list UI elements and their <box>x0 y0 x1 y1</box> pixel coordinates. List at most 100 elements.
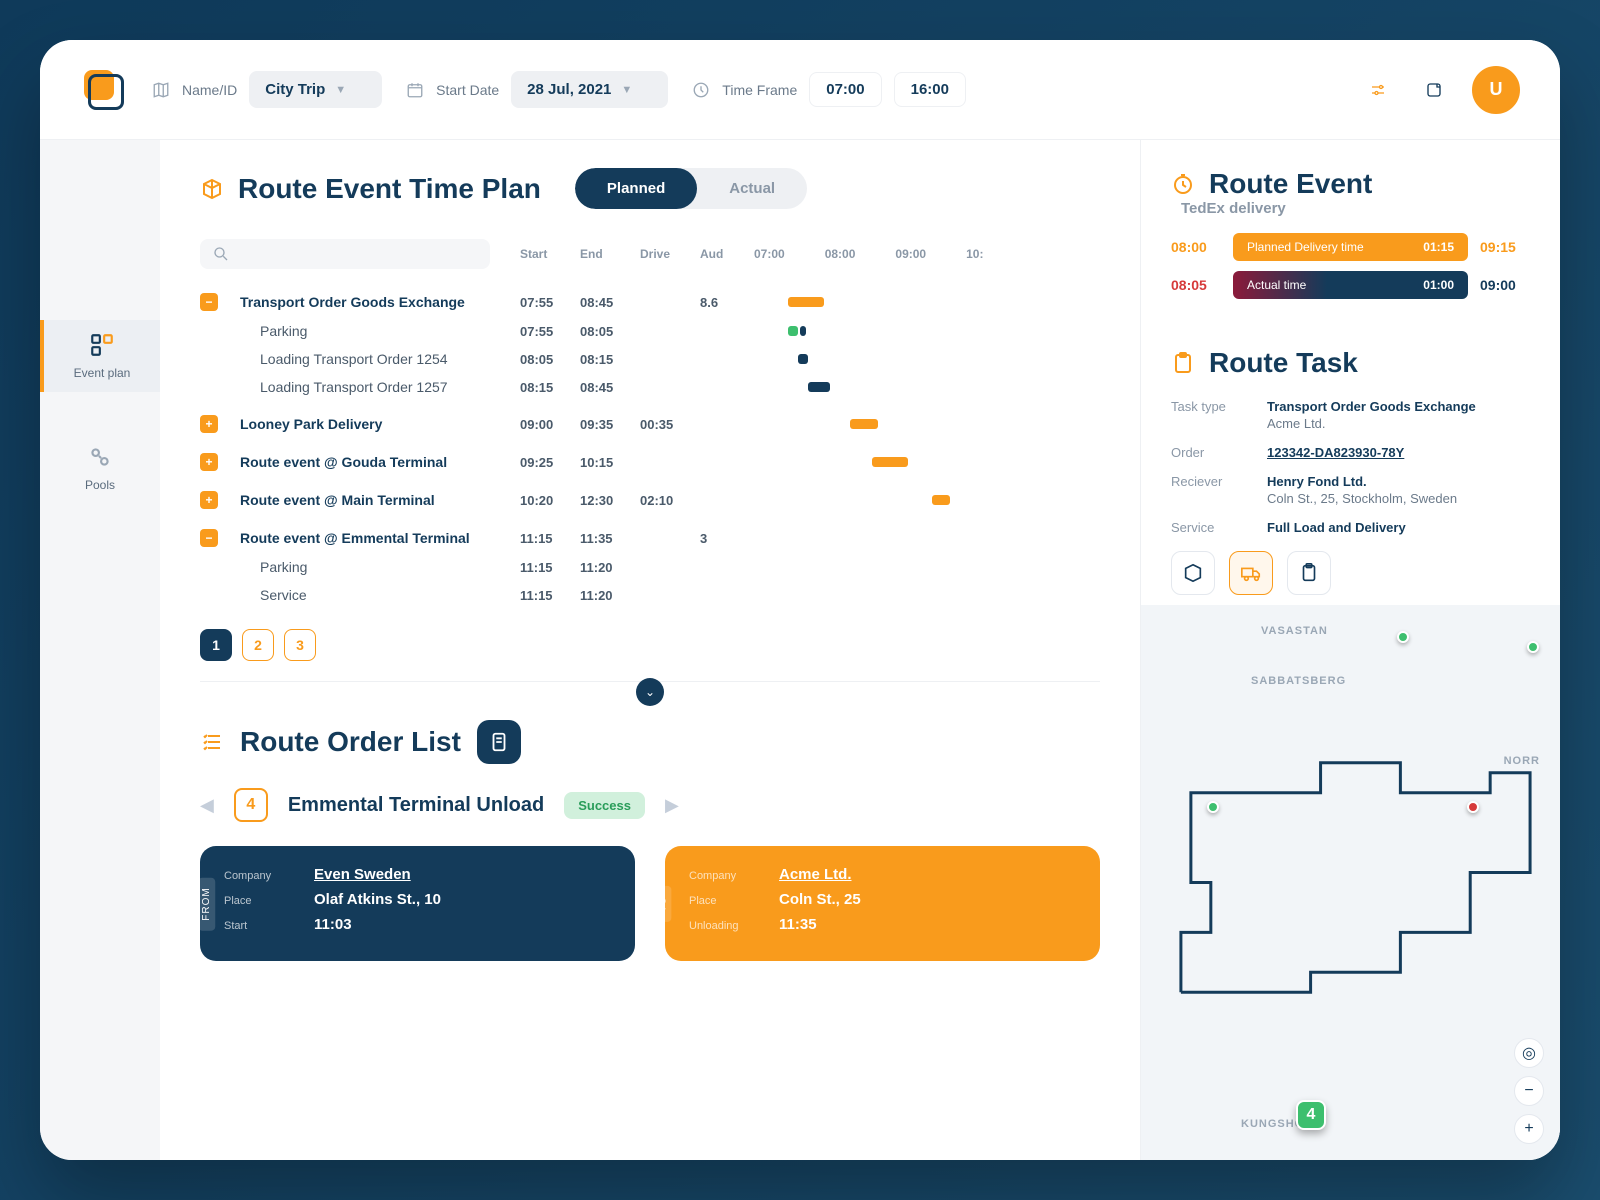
list-icon <box>200 730 224 754</box>
col-drive: Drive <box>640 247 700 261</box>
to-tab: TO <box>654 886 671 922</box>
sidebar-item-label: Event plan <box>74 366 131 380</box>
table-row[interactable]: − Transport Order Goods Exchange07:5508:4… <box>200 279 1100 317</box>
expand-icon[interactable]: − <box>200 293 218 311</box>
route-event-subtitle: TedEx delivery <box>1181 200 1560 217</box>
cell-aud: 3 <box>700 531 750 546</box>
sidebar-item-label: Pools <box>85 478 115 492</box>
task-order-link[interactable]: 123342-DA823930-78Y <box>1267 445 1404 460</box>
cell-start: 08:15 <box>520 380 580 395</box>
task-type: Transport Order Goods ExchangeAcme Ltd. <box>1267 399 1476 431</box>
gantt-cell <box>750 379 1100 395</box>
clipboard-icon <box>1171 351 1195 375</box>
cell-end: 08:45 <box>580 380 640 395</box>
planned-dur: 01:15 <box>1423 240 1454 254</box>
table-row[interactable]: Parking11:1511:20 <box>200 553 1100 581</box>
page-btn[interactable]: 2 <box>242 629 274 661</box>
actual-bar-row: 08:05 Actual time01:00 09:00 <box>1171 271 1530 299</box>
map-label: NORR <box>1504 755 1540 767</box>
app-window: Name/ID City Trip▼ Start Date 28 Jul, 20… <box>40 40 1560 1160</box>
timeline-hours: 07:00 08:00 09:00 10: <box>750 247 1100 261</box>
cube-button[interactable] <box>1171 551 1215 595</box>
table-row[interactable]: +Route event @ Gouda Terminal09:2510:15 <box>200 439 1100 477</box>
name-label: Name/ID <box>182 82 237 98</box>
plan-tabs: Planned Actual <box>575 168 807 209</box>
cell-start: 09:25 <box>520 455 580 470</box>
map-pin <box>1527 641 1539 653</box>
actual-label: Actual time <box>1247 278 1413 292</box>
chevron-down-icon: ▼ <box>335 84 346 96</box>
tab-planned[interactable]: Planned <box>575 168 697 209</box>
table-row[interactable]: +Looney Park Delivery09:0009:3500:35 <box>200 401 1100 439</box>
card-label: Start <box>224 920 294 932</box>
order-cards: FROM CompanyEven Sweden PlaceOlaf Atkins… <box>200 846 1100 961</box>
cell-end: 12:30 <box>580 493 640 508</box>
zoom-out-button[interactable]: − <box>1514 1076 1544 1106</box>
sidebar-item-pools[interactable]: Pools <box>40 432 160 504</box>
event-name: Parking <box>240 559 520 575</box>
event-name: Transport Order Goods Exchange <box>240 294 520 310</box>
next-arrow-icon[interactable]: ▶ <box>665 795 679 816</box>
event-name: Route event @ Emmental Terminal <box>240 530 520 546</box>
actual-dur: 01:00 <box>1423 278 1454 292</box>
rt-label: Reciever <box>1171 474 1251 506</box>
date-label: Start Date <box>436 82 499 98</box>
cell-start: 07:55 <box>520 295 580 310</box>
refresh-icon[interactable] <box>1416 72 1452 108</box>
sidebar-item-event-plan[interactable]: Event plan <box>40 320 160 392</box>
event-name: Looney Park Delivery <box>240 416 520 432</box>
timeframe-end[interactable]: 16:00 <box>894 72 966 107</box>
page-btn[interactable]: 1 <box>200 629 232 661</box>
map-pin <box>1467 801 1479 813</box>
prev-arrow-icon[interactable]: ◀ <box>200 795 214 816</box>
clipboard-button[interactable] <box>1287 551 1331 595</box>
pools-icon <box>87 444 113 470</box>
timeframe-start[interactable]: 07:00 <box>809 72 881 107</box>
settings-sliders-icon[interactable] <box>1360 72 1396 108</box>
cell-end: 08:05 <box>580 324 640 339</box>
map-icon <box>152 81 170 99</box>
event-name: Route event @ Main Terminal <box>240 492 520 508</box>
cell-aud: 8.6 <box>700 295 750 310</box>
event-name: Loading Transport Order 1257 <box>240 379 520 395</box>
avatar[interactable]: U <box>1472 66 1520 114</box>
expand-icon[interactable]: + <box>200 415 218 433</box>
map[interactable]: VASASTAN SABBATSBERG NORR KUNGSHOLM 4 ◎ … <box>1141 605 1560 1160</box>
route-task-head: Route Task <box>1141 329 1560 389</box>
table-row[interactable]: Parking07:5508:05 <box>200 317 1100 345</box>
locate-button[interactable]: ◎ <box>1514 1038 1544 1068</box>
table-row[interactable]: Loading Transport Order 125708:1508:45 <box>200 373 1100 401</box>
table-row[interactable]: −Route event @ Emmental Terminal11:1511:… <box>200 515 1100 553</box>
cell-start: 11:15 <box>520 588 580 603</box>
table-row[interactable]: Loading Transport Order 125408:0508:15 <box>200 345 1100 373</box>
tab-actual[interactable]: Actual <box>697 168 807 209</box>
name-select[interactable]: City Trip▼ <box>249 71 382 108</box>
page-btn[interactable]: 3 <box>284 629 316 661</box>
search-input[interactable] <box>200 239 490 269</box>
task-receiver: Henry Fond Ltd.Coln St., 25, Stockholm, … <box>1267 474 1457 506</box>
map-marker: 4 <box>1296 1100 1326 1130</box>
from-card[interactable]: FROM CompanyEven Sweden PlaceOlaf Atkins… <box>200 846 635 961</box>
expand-icon[interactable]: − <box>200 529 218 547</box>
table-row[interactable]: Service11:1511:20 <box>200 581 1100 609</box>
cell-start: 11:15 <box>520 531 580 546</box>
task-service: Full Load and Delivery <box>1267 520 1406 535</box>
date-select[interactable]: 28 Jul, 2021▼ <box>511 71 668 108</box>
truck-button[interactable] <box>1229 551 1273 595</box>
collapse-btn[interactable]: ⌄ <box>636 678 664 706</box>
cell-end: 08:45 <box>580 295 640 310</box>
receipt-icon[interactable] <box>477 720 521 764</box>
gantt-cell <box>750 454 1100 470</box>
to-card[interactable]: TO CompanyAcme Ltd. PlaceColn St., 25 Un… <box>665 846 1100 961</box>
timeplan-rows: −Transport Order Goods Exchange07:5508:4… <box>200 279 1100 609</box>
table-row[interactable]: +Route event @ Main Terminal10:2012:3002… <box>200 477 1100 515</box>
zoom-in-button[interactable]: + <box>1514 1114 1544 1144</box>
expand-icon[interactable]: + <box>200 491 218 509</box>
to-company[interactable]: Acme Ltd. <box>779 866 852 883</box>
map-route <box>1141 605 1560 1160</box>
route-task-body: Task typeTransport Order Goods ExchangeA… <box>1141 389 1560 605</box>
step-title: Emmental Terminal Unload <box>288 794 544 817</box>
from-company[interactable]: Even Sweden <box>314 866 411 883</box>
expand-icon[interactable]: + <box>200 453 218 471</box>
time-bars: 08:00 Planned Delivery time01:15 09:15 0… <box>1141 217 1560 329</box>
